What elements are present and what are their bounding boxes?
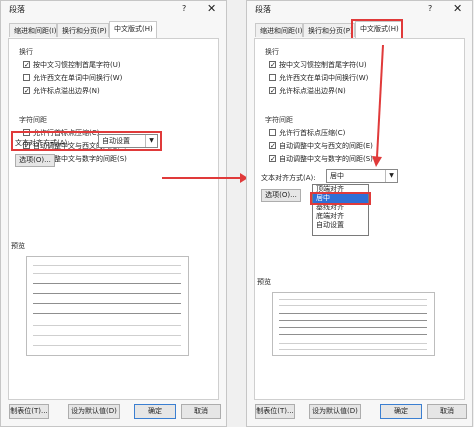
- section-line-break: 换行: [19, 48, 33, 56]
- set-default-button[interactable]: 设为默认值(D): [68, 404, 120, 419]
- arrow-down-icon: [372, 44, 384, 167]
- highlight-center-option: [310, 192, 371, 205]
- checkbox-checked-icon[interactable]: [23, 60, 30, 68]
- options-button[interactable]: 选项(O)...: [15, 154, 55, 167]
- alignment-label: 文本对齐方式(A):: [261, 174, 316, 182]
- tab-asian-typography[interactable]: 中文版式(H): [109, 21, 157, 38]
- dropdown-item[interactable]: 底端对齐: [313, 212, 368, 221]
- option-allow-latin-wrap[interactable]: 允许西文在单词中间换行(W): [269, 73, 368, 83]
- checkbox-checked-icon[interactable]: [269, 154, 276, 162]
- preview-box: [26, 256, 189, 356]
- section-preview: 预览: [257, 278, 271, 286]
- paragraph-dialog-left: 段落 ? ✕ 缩进和间距(I) 换行和分页(P) 中文版式(H) 换行 按中文习…: [0, 0, 227, 427]
- option-chinese-first-last-char[interactable]: 按中文习惯控制首尾字符(U): [23, 60, 121, 70]
- options-button[interactable]: 选项(O)...: [261, 189, 301, 202]
- highlight-asian-tab: [351, 19, 403, 40]
- cancel-button[interactable]: 取消: [181, 404, 221, 419]
- section-line-break: 换行: [265, 48, 279, 56]
- dropdown-item[interactable]: 自动设置: [313, 221, 368, 230]
- checkbox-unchecked-icon[interactable]: [23, 73, 30, 81]
- dialog-title: 段落: [9, 5, 25, 14]
- help-icon[interactable]: ?: [182, 4, 186, 13]
- cancel-button[interactable]: 取消: [427, 404, 467, 419]
- tabs-button[interactable]: 制表位(T)...: [9, 404, 49, 419]
- checkbox-checked-icon[interactable]: [269, 141, 276, 149]
- checkbox-unchecked-icon[interactable]: [269, 128, 276, 136]
- alignment-select[interactable]: 居中 ▼: [326, 169, 398, 183]
- tab-line-page-breaks[interactable]: 换行和分页(P): [57, 23, 109, 37]
- option-auto-space-latin[interactable]: 自动调整中文与西文的间距(E): [269, 141, 373, 151]
- option-allow-hanging-punct[interactable]: 允许标点溢出边界(N): [23, 86, 100, 96]
- help-icon[interactable]: ?: [428, 4, 432, 13]
- arrow-right-icon: [162, 173, 248, 183]
- option-allow-hanging-punct[interactable]: 允许标点溢出边界(N): [269, 86, 346, 96]
- checkbox-unchecked-icon[interactable]: [269, 73, 276, 81]
- option-compress-punct[interactable]: 允许行首标点压缩(C): [269, 128, 345, 138]
- tabs-button[interactable]: 制表位(T)...: [255, 404, 295, 419]
- section-preview: 预览: [11, 242, 25, 250]
- paragraph-dialog-right: 段落 ? ✕ 缩进和间距(I) 换行和分页(P) 中文版式(H) 换行 按中文习…: [246, 0, 473, 427]
- ok-button[interactable]: 确定: [134, 404, 176, 419]
- chevron-down-icon[interactable]: ▼: [385, 170, 397, 182]
- set-default-button[interactable]: 设为默认值(D): [309, 404, 361, 419]
- highlight-alignment-row: [11, 131, 162, 151]
- close-icon[interactable]: ✕: [207, 2, 216, 15]
- dialog-title: 段落: [255, 5, 271, 14]
- checkbox-checked-icon[interactable]: [269, 60, 276, 68]
- tab-indent-spacing[interactable]: 缩进和间距(I): [255, 23, 303, 37]
- checkbox-checked-icon[interactable]: [23, 86, 30, 94]
- option-auto-space-number[interactable]: 自动调整中文与数字的间距(S): [269, 154, 373, 164]
- option-allow-latin-wrap[interactable]: 允许西文在单词中间换行(W): [23, 73, 122, 83]
- section-char-spacing: 字符间距: [19, 116, 47, 124]
- tab-indent-spacing[interactable]: 缩进和间距(I): [9, 23, 57, 37]
- ok-button[interactable]: 确定: [380, 404, 422, 419]
- tab-line-page-breaks[interactable]: 换行和分页(P): [303, 23, 355, 37]
- preview-box: [272, 292, 435, 356]
- section-char-spacing: 字符间距: [265, 116, 293, 124]
- close-icon[interactable]: ✕: [453, 2, 462, 15]
- checkbox-checked-icon[interactable]: [269, 86, 276, 94]
- option-chinese-first-last-char[interactable]: 按中文习惯控制首尾字符(U): [269, 60, 367, 70]
